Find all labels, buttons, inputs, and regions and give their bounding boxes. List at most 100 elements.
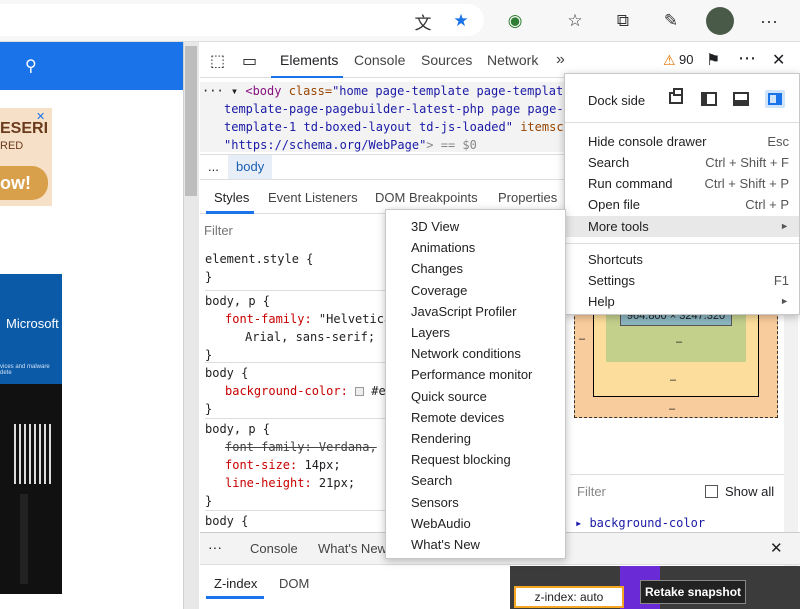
computed-property[interactable]: ▸ background-color — [575, 514, 705, 532]
collections-icon[interactable]: ⧉ — [608, 6, 638, 36]
margin-bottom-value[interactable]: – — [669, 403, 675, 415]
css-prop-overridden[interactable]: font-family: Verdana, — [225, 438, 377, 456]
rule-close: } — [205, 402, 213, 416]
more-tools-item-network-conditions[interactable]: Network conditions — [386, 343, 565, 364]
menu-item-run-command[interactable]: Run command Ctrl + Shift + P — [565, 173, 799, 194]
menu-item-hide-console-drawer[interactable]: Hide console drawer Esc — [565, 131, 799, 152]
menu-item-label: Run command — [588, 176, 673, 191]
menu-item-label: Shortcuts — [588, 252, 643, 267]
computed-scrollbar[interactable] — [784, 272, 798, 572]
css-value[interactable]: 14px; — [297, 458, 340, 472]
breadcrumb-body[interactable]: body — [228, 155, 273, 179]
tab-network[interactable]: Network — [487, 42, 538, 78]
warning-count[interactable]: 90 — [679, 52, 693, 67]
menu-item-label: Help — [588, 294, 615, 309]
more-tools-item-changes[interactable]: Changes — [386, 258, 565, 279]
css-value[interactable]: #e — [364, 384, 385, 398]
dom-line-2: template-page-pagebuilder-latest-php pag… — [224, 102, 565, 116]
feedback-icon[interactable]: ✎ — [656, 6, 686, 36]
more-tools-item-coverage[interactable]: Coverage — [386, 280, 565, 301]
padding-bottom-value[interactable]: – — [676, 336, 682, 348]
menu-item-search[interactable]: Search Ctrl + Shift + F — [565, 152, 799, 173]
more-tools-item-what-s-new[interactable]: What's New — [386, 534, 565, 555]
subtab-dom-breakpoints[interactable]: DOM Breakpoints — [375, 190, 478, 205]
css-prop[interactable]: font-size: — [225, 458, 297, 472]
menu-item-shortcut: Ctrl + P — [745, 197, 789, 212]
dock-right-icon[interactable] — [765, 90, 785, 108]
more-icon[interactable]: ··· — [754, 6, 784, 36]
styles-pane: element.style { } body, p { font-family:… — [205, 250, 390, 570]
color-swatch[interactable] — [355, 387, 365, 396]
more-tools-item-layers[interactable]: Layers — [386, 322, 565, 343]
inspect-icon[interactable]: ⬚ — [210, 51, 225, 71]
close-drawer-icon[interactable]: ✕ — [770, 539, 783, 557]
dock-left-icon[interactable] — [701, 92, 717, 106]
css-prop[interactable]: background-color: — [225, 384, 348, 398]
extension-icon[interactable]: ◉ — [500, 6, 530, 36]
tab-dom[interactable]: DOM — [279, 576, 309, 591]
border-bottom-value[interactable]: – — [670, 374, 676, 386]
css-value[interactable]: Arial, sans-serif; — [245, 328, 375, 346]
css-prop[interactable]: font-family: — [225, 312, 312, 326]
customize-icon[interactable]: ⋯ — [738, 48, 756, 69]
star-icon[interactable]: ★ — [446, 6, 476, 36]
menu-item-shortcut: F1 — [773, 273, 789, 288]
dock-undock-icon[interactable] — [669, 88, 683, 104]
subtab-properties[interactable]: Properties — [498, 190, 557, 205]
margin-left-value[interactable]: – — [579, 333, 585, 345]
more-tools-item-remote-devices[interactable]: Remote devices — [386, 407, 565, 428]
feedback-icon[interactable]: ⚑ — [706, 50, 720, 70]
drawer-tab-whats-new[interactable]: What's New — [318, 541, 387, 556]
menu-item-open-file[interactable]: Open file Ctrl + P — [565, 194, 799, 215]
dock-bottom-icon[interactable] — [733, 92, 749, 106]
menu-item-help[interactable]: Help ► — [565, 291, 799, 312]
retake-snapshot-button[interactable]: Retake snapshot — [640, 580, 746, 604]
tab-sources[interactable]: Sources — [421, 42, 472, 78]
menu-item-more-tools[interactable]: More tools ► — [565, 216, 799, 237]
more-tools-item-search[interactable]: Search — [386, 470, 565, 491]
browser-toolbar: 文 ★ ◉ ☆ ⧉ ✎ ··· — [0, 0, 800, 42]
more-tools-item-sensors[interactable]: Sensors — [386, 492, 565, 513]
rule-selector: body { — [205, 366, 249, 380]
dom-line-3: template-1 td-boxed-layout td-js-loaded" — [224, 120, 513, 134]
close-devtools-icon[interactable]: ✕ — [772, 50, 785, 70]
more-tools-item-performance-monitor[interactable]: Performance monitor — [386, 364, 565, 385]
favorites-icon[interactable]: ☆ — [560, 6, 590, 36]
drawer-more-button[interactable]: ··· — [208, 539, 222, 555]
tab-console[interactable]: Console — [354, 42, 405, 78]
translate-icon[interactable]: 文 — [408, 6, 438, 36]
drawer-tab-console[interactable]: Console — [250, 541, 298, 556]
more-tools-item-3d-view[interactable]: 3D View — [386, 216, 565, 237]
rule-selector: body { — [205, 514, 249, 528]
css-value[interactable]: "Helvetica — [312, 312, 390, 326]
subtab-styles[interactable]: Styles — [214, 190, 249, 205]
ad-button[interactable]: ow! — [0, 166, 48, 200]
more-tools-item-quick-source[interactable]: Quick source — [386, 386, 565, 407]
dom-line-4: "https://schema.org/WebPage" — [224, 138, 427, 152]
show-all-checkbox[interactable] — [705, 485, 718, 498]
more-tools-item-javascript-profiler[interactable]: JavaScript Profiler — [386, 301, 565, 322]
dom-line-1[interactable]: ··· ▾ <body class="home page-template pa… — [202, 82, 565, 100]
menu-item-shortcuts[interactable]: Shortcuts — [565, 249, 799, 270]
css-value[interactable]: 21px; — [312, 476, 355, 490]
rule-selector: element.style { — [205, 252, 314, 266]
more-tools-item-request-blocking[interactable]: Request blocking — [386, 449, 565, 470]
warning-icon[interactable]: ⚠ — [663, 52, 676, 69]
device-icon[interactable]: ▭ — [242, 51, 257, 71]
more-tools-item-rendering[interactable]: Rendering — [386, 428, 565, 449]
breadcrumb-ellipsis[interactable]: ... — [208, 159, 219, 174]
css-prop[interactable]: line-height: — [225, 476, 312, 490]
search-icon[interactable]: ⚲ — [25, 56, 45, 76]
computed-filter[interactable]: Filter — [577, 484, 606, 499]
tab-elements[interactable]: Elements — [280, 42, 338, 78]
more-tools-item-animations[interactable]: Animations — [386, 237, 565, 258]
page-scroll-thumb[interactable] — [185, 46, 197, 196]
menu-item-settings[interactable]: Settings F1 — [565, 270, 799, 291]
tab-zindex[interactable]: Z-index — [214, 576, 257, 591]
styles-filter-input[interactable] — [204, 218, 384, 242]
microsoft-small: vices and malware dete — [0, 364, 50, 376]
more-tools-item-webaudio[interactable]: WebAudio — [386, 513, 565, 534]
ad-close-icon[interactable]: ✕ — [36, 110, 50, 124]
subtab-event-listeners[interactable]: Event Listeners — [268, 190, 358, 205]
profile-avatar[interactable] — [706, 7, 734, 35]
